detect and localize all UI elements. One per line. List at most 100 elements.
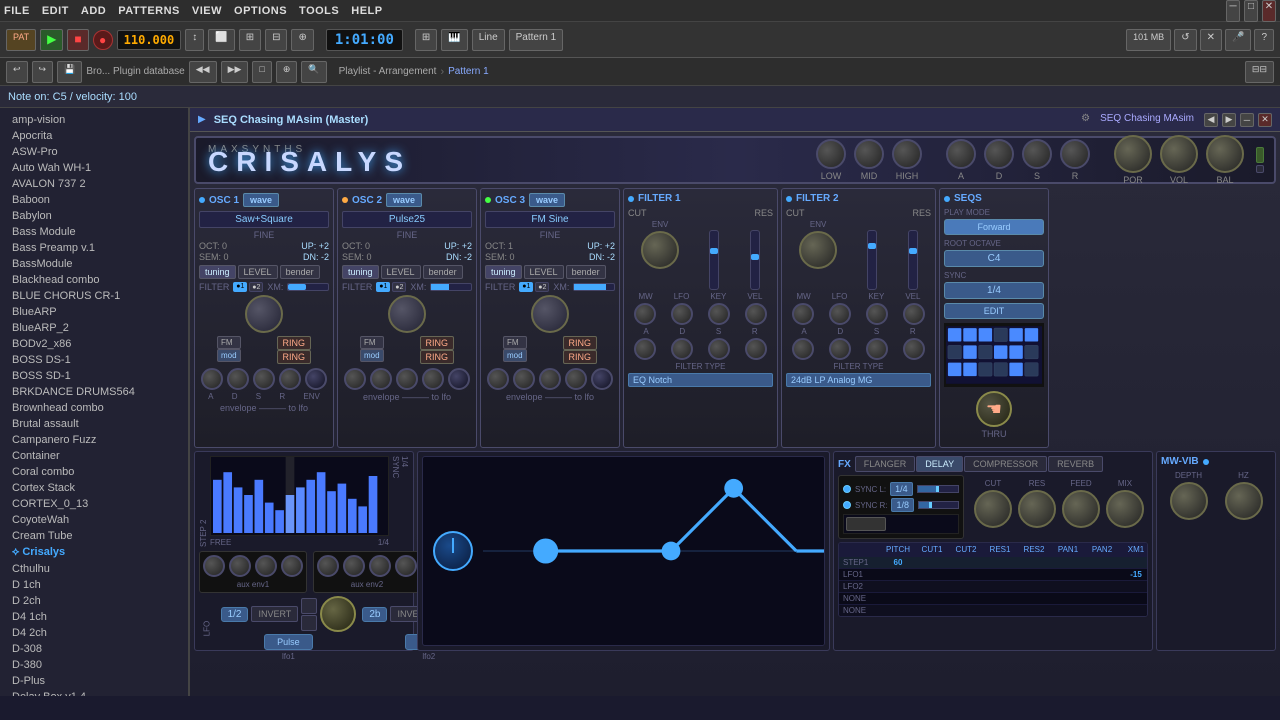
- sidebar-item-amp-vision[interactable]: amp-vision: [0, 112, 188, 128]
- filter2-lfo-knob[interactable]: [829, 303, 851, 325]
- lfo2-s-knob[interactable]: [369, 555, 391, 577]
- sidebar-item-boss-sd-1[interactable]: BOSS SD-1: [0, 368, 188, 384]
- osc3-ring2-btn[interactable]: RING: [563, 350, 598, 364]
- fx-tab-compressor[interactable]: COMPRESSOR: [964, 456, 1047, 472]
- menu-help[interactable]: HELP: [351, 5, 382, 17]
- sync-r-val[interactable]: 1/8: [891, 498, 914, 512]
- osc2-r-knob[interactable]: [422, 368, 444, 390]
- stop-btn[interactable]: ■: [67, 29, 88, 51]
- line-mode[interactable]: Line: [472, 29, 505, 51]
- osc3-main-knob-ctrl[interactable]: [531, 295, 569, 333]
- lfo2-a-knob[interactable]: [317, 555, 339, 577]
- seqs-sync-field[interactable]: 1/4: [944, 282, 1044, 299]
- lfo1-invert-btn[interactable]: INVERT: [251, 606, 298, 622]
- sidebar-item-d-1ch[interactable]: D 1ch: [0, 577, 188, 593]
- osc1-tab-tuning[interactable]: tuning: [199, 265, 236, 279]
- osc1-f2[interactable]: ●2: [249, 282, 263, 292]
- filter1-a-knob[interactable]: [634, 338, 656, 360]
- osc1-r-knob[interactable]: [279, 368, 301, 390]
- menu-patterns[interactable]: PATTERNS: [118, 5, 180, 17]
- osc3-wave-name[interactable]: FM Sine: [485, 211, 615, 228]
- osc2-fm-btn[interactable]: FM: [360, 336, 384, 349]
- fx-tab-flanger[interactable]: FLANGER: [855, 456, 916, 472]
- seqs-forward-btn[interactable]: Forward: [944, 219, 1044, 235]
- sidebar-item-blue-chorus-cr-1[interactable]: BLUE CHORUS CR-1: [0, 288, 188, 304]
- lfo1-square2[interactable]: [301, 615, 317, 631]
- osc2-f2[interactable]: ●2: [392, 282, 406, 292]
- menu-options[interactable]: OPTIONS: [234, 5, 287, 17]
- osc3-s-knob[interactable]: [539, 368, 561, 390]
- osc2-main-knob-ctrl[interactable]: [388, 295, 426, 333]
- sidebar-item-bass-preamp-v-1[interactable]: Bass Preamp v.1: [0, 240, 188, 256]
- win-close-btn[interactable]: ✕: [1258, 113, 1272, 127]
- a-knob[interactable]: [946, 139, 976, 169]
- sidebar-item-d-2ch[interactable]: D 2ch: [0, 593, 188, 609]
- osc1-wave-name[interactable]: Saw+Square: [199, 211, 329, 228]
- osc1-fm-btn[interactable]: FM: [217, 336, 241, 349]
- lfo2-d-knob[interactable]: [343, 555, 365, 577]
- osc3-ring-btn[interactable]: RING: [563, 336, 598, 350]
- osc3-tab-tuning[interactable]: tuning: [485, 265, 522, 279]
- sidebar-item-bluearp[interactable]: BlueARP: [0, 304, 188, 320]
- low-knob[interactable]: [816, 139, 846, 169]
- sidebar-item-cortex-stack[interactable]: Cortex Stack: [0, 480, 188, 496]
- vib-hz-knob[interactable]: [1225, 482, 1263, 520]
- osc1-s-knob[interactable]: [253, 368, 275, 390]
- sidebar-item-asw-pro[interactable]: ASW-Pro: [0, 144, 188, 160]
- toolbar-r1[interactable]: ↺: [1174, 29, 1196, 51]
- osc2-ring2-btn[interactable]: RING: [420, 350, 455, 364]
- fx-mix-knob[interactable]: [1106, 490, 1144, 528]
- undo-btn[interactable]: ↩: [6, 61, 28, 83]
- sync-l-bar[interactable]: [917, 485, 959, 493]
- sidebar-item-d4-1ch[interactable]: D4 1ch: [0, 609, 188, 625]
- osc2-s-knob[interactable]: [396, 368, 418, 390]
- lfo1-r-knob[interactable]: [281, 555, 303, 577]
- sidebar-item-d-308[interactable]: D-308: [0, 641, 188, 657]
- sidebar-item-cthulhu[interactable]: Cthulhu: [0, 561, 188, 577]
- lfo1-d-knob[interactable]: [229, 555, 251, 577]
- osc1-tab-level[interactable]: LEVEL: [238, 265, 278, 279]
- osc3-wave-btn[interactable]: wave: [529, 193, 565, 207]
- menu-file[interactable]: FILE: [4, 5, 30, 17]
- filter2-key-knob[interactable]: [866, 303, 888, 325]
- lfo1-pulse-btn[interactable]: Pulse: [264, 634, 313, 650]
- menu-edit[interactable]: EDIT: [42, 5, 69, 17]
- por-knob[interactable]: [1114, 135, 1152, 173]
- toolbar-icon3[interactable]: ⊞: [239, 29, 261, 51]
- filter2-d-knob[interactable]: [829, 338, 851, 360]
- osc2-mod-btn[interactable]: mod: [360, 349, 384, 362]
- fx-tab-reverb[interactable]: REVERB: [1048, 456, 1103, 472]
- osc3-env-knob[interactable]: [591, 368, 613, 390]
- osc2-f1[interactable]: ●1: [376, 282, 390, 292]
- lfo1-s-knob[interactable]: [255, 555, 277, 577]
- osc2-tab-tuning[interactable]: tuning: [342, 265, 379, 279]
- sidebar-item-d-plus[interactable]: D-Plus: [0, 673, 188, 689]
- osc2-xm-bar[interactable]: [430, 283, 472, 291]
- filter2-env-knob[interactable]: [799, 231, 837, 269]
- osc2-ring-btn[interactable]: RING: [420, 336, 455, 350]
- osc3-a-knob[interactable]: [487, 368, 509, 390]
- osc2-tab-level[interactable]: LEVEL: [381, 265, 421, 279]
- osc3-tab-bender[interactable]: bender: [566, 265, 606, 279]
- toolbar-icon4[interactable]: ⊟: [265, 29, 287, 51]
- fx-cut-knob[interactable]: [974, 490, 1012, 528]
- settings-icon[interactable]: ⚙: [1081, 113, 1090, 127]
- sidebar-item-auto-wah-wh-1[interactable]: Auto Wah WH-1: [0, 160, 188, 176]
- osc1-xm-bar[interactable]: [287, 283, 329, 291]
- filter1-lfo-knob[interactable]: [671, 303, 693, 325]
- mid-knob[interactable]: [854, 139, 884, 169]
- sidebar-item-boss-ds-1[interactable]: BOSS DS-1: [0, 352, 188, 368]
- sidebar-item-blackhead-combo[interactable]: Blackhead combo: [0, 272, 188, 288]
- osc2-env-knob[interactable]: [448, 368, 470, 390]
- osc1-tab-bender[interactable]: bender: [280, 265, 320, 279]
- sidebar-item-coral-combo[interactable]: Coral combo: [0, 464, 188, 480]
- sidebar-item-coyotewah[interactable]: CoyoteWah: [0, 512, 188, 528]
- toolbar-r2[interactable]: ✕: [1200, 29, 1222, 51]
- filter2-vel-knob[interactable]: [903, 303, 925, 325]
- mixer-btn[interactable]: ⊞: [415, 29, 437, 51]
- lfo2-frac[interactable]: 2b: [362, 607, 387, 622]
- osc1-ring2-btn[interactable]: RING: [277, 350, 312, 364]
- d-knob[interactable]: [984, 139, 1014, 169]
- sidebar-item-cortex-0-13[interactable]: CORTEX_0_13: [0, 496, 188, 512]
- osc3-f2[interactable]: ●2: [535, 282, 549, 292]
